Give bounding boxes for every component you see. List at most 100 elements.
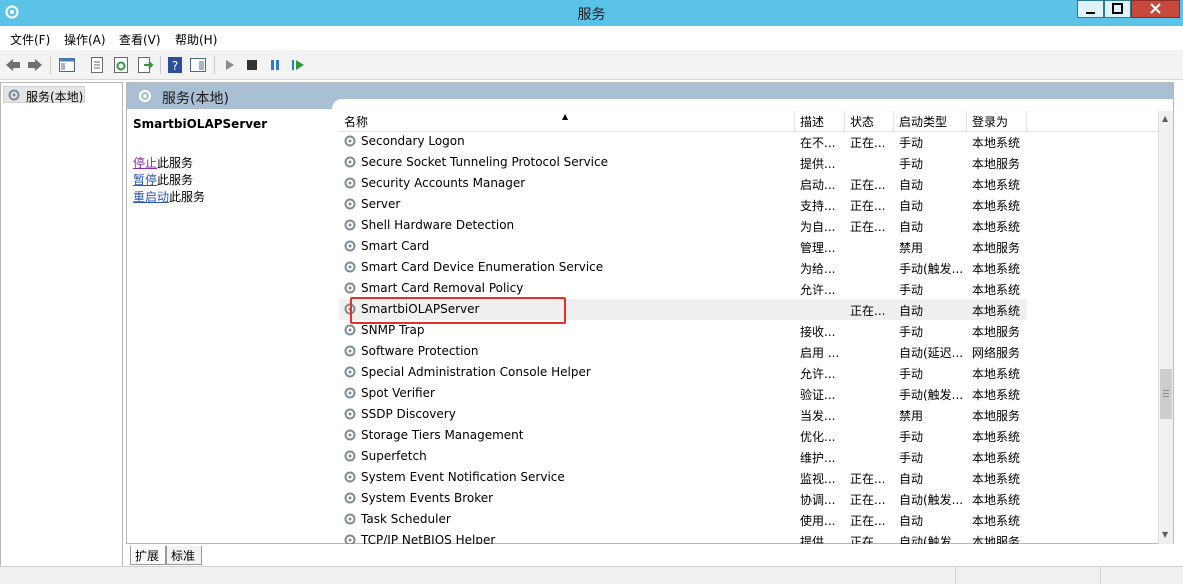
column-label: 名称 bbox=[344, 115, 369, 129]
cell-description: 当发... bbox=[800, 409, 836, 423]
pause-service-link[interactable]: 暂停 bbox=[133, 173, 157, 187]
scroll-up-icon[interactable]: ▲ bbox=[1162, 114, 1168, 123]
cell-name: Secondary Logon bbox=[361, 134, 465, 148]
export-list-icon[interactable] bbox=[136, 56, 154, 74]
menu-file[interactable]: 文件(F) bbox=[10, 31, 50, 48]
service-gear-icon bbox=[344, 366, 356, 378]
service-row[interactable]: Smart Card 管理... 禁用 本地服务 bbox=[339, 236, 1027, 257]
show-action-pane-icon[interactable] bbox=[189, 56, 207, 74]
start-service-icon[interactable] bbox=[221, 56, 239, 74]
service-gear-icon bbox=[344, 282, 356, 294]
cell-startup-type: 自动 bbox=[899, 220, 924, 234]
vertical-scrollbar[interactable]: ▲ ▼ bbox=[1158, 111, 1173, 544]
cell-status: 正在... bbox=[850, 514, 886, 528]
help-icon[interactable]: ? bbox=[166, 56, 184, 74]
stop-service-icon[interactable] bbox=[243, 56, 261, 74]
cell-logon: 本地服务 bbox=[972, 409, 1021, 423]
cell-startup-type: 手动(触发... bbox=[899, 262, 964, 276]
status-bar-divider bbox=[1100, 567, 1101, 584]
cell-name: Spot Verifier bbox=[361, 386, 435, 400]
service-row[interactable]: Security Accounts Manager 启动... 正在... 自动 本地系… bbox=[339, 173, 1027, 194]
cell-startup-type: 自动 bbox=[899, 472, 924, 486]
menu-action[interactable]: 操作(A) bbox=[64, 31, 106, 48]
pause-service-icon[interactable] bbox=[266, 56, 284, 74]
service-row[interactable]: Shell Hardware Detection 为自... 正在... 自动 本地系统 bbox=[339, 215, 1027, 236]
service-gear-icon bbox=[344, 534, 356, 544]
cell-description: 管理... bbox=[800, 241, 836, 255]
cell-logon: 网络服务 bbox=[972, 346, 1021, 360]
menu-view[interactable]: 查看(V) bbox=[119, 31, 161, 48]
service-row[interactable]: SSDP Discovery 当发... 禁用 本地服务 bbox=[339, 404, 1027, 425]
minimize-button[interactable] bbox=[1077, 0, 1104, 18]
column-header-logon[interactable]: 登录为 bbox=[967, 111, 1027, 131]
cell-name: Smart Card Device Enumeration Service bbox=[361, 260, 604, 274]
close-button[interactable] bbox=[1131, 0, 1180, 18]
cell-startup-type: 禁用 bbox=[899, 241, 924, 255]
cell-status: 正在... bbox=[850, 136, 886, 150]
service-row[interactable]: Smart Card Device Enumeration Service 为给.… bbox=[339, 257, 1027, 278]
scroll-down-icon[interactable]: ▼ bbox=[1162, 530, 1168, 539]
show-console-tree-icon[interactable] bbox=[58, 56, 76, 74]
cell-name: Storage Tiers Management bbox=[361, 428, 524, 442]
cell-logon: 本地系统 bbox=[972, 451, 1021, 465]
service-row[interactable]: Storage Tiers Management 优化... 手动 本地系统 bbox=[339, 425, 1027, 446]
cell-logon: 本地系统 bbox=[972, 304, 1021, 318]
refresh-icon[interactable] bbox=[112, 56, 130, 74]
toolbar-separator bbox=[160, 56, 161, 74]
service-gear-icon bbox=[344, 324, 356, 336]
cell-status: 正在... bbox=[850, 220, 886, 234]
service-gear-icon bbox=[344, 177, 356, 189]
service-gear-icon bbox=[344, 219, 356, 231]
cell-startup-type: 自动(触发... bbox=[899, 493, 964, 507]
cell-status: 正在... bbox=[850, 178, 886, 192]
menu-help[interactable]: 帮助(H) bbox=[175, 31, 217, 48]
restart-service-icon[interactable] bbox=[289, 56, 307, 74]
tree-node-services-local[interactable]: 服务(本地) bbox=[3, 86, 85, 104]
cell-logon: 本地系统 bbox=[972, 178, 1021, 192]
status-bar-divider bbox=[955, 567, 956, 584]
tab-standard[interactable]: 标准 bbox=[166, 546, 202, 565]
service-row[interactable]: Software Protection 启用 ... 自动(延迟... 网络服务 bbox=[339, 341, 1027, 362]
stop-service-link[interactable]: 停止 bbox=[133, 156, 157, 170]
service-row[interactable]: System Events Broker 协调... 正在... 自动(触发... 本地… bbox=[339, 488, 1027, 509]
cell-status: 正在... bbox=[850, 304, 886, 318]
cell-logon: 本地服务 bbox=[972, 157, 1021, 171]
properties-icon[interactable] bbox=[88, 56, 106, 74]
service-row[interactable]: Secondary Logon 在不... 正在... 手动 本地系统 bbox=[339, 131, 1027, 152]
scrollbar-thumb[interactable] bbox=[1160, 369, 1172, 419]
toolbar-separator bbox=[214, 56, 215, 74]
cell-logon: 本地系统 bbox=[972, 199, 1021, 213]
service-row[interactable]: Server 支持... 正在... 自动 本地系统 bbox=[339, 194, 1027, 215]
forward-arrow-icon[interactable] bbox=[26, 56, 44, 74]
service-row[interactable]: Special Administration Console Helper 允许.… bbox=[339, 362, 1027, 383]
service-row[interactable]: Task Scheduler 使用... 正在... 自动 本地系统 bbox=[339, 509, 1027, 530]
column-header-startup-type[interactable]: 启动类型 bbox=[894, 111, 967, 131]
maximize-button[interactable] bbox=[1104, 0, 1131, 18]
cell-startup-type: 手动 bbox=[899, 430, 924, 444]
close-icon bbox=[1150, 3, 1161, 14]
back-arrow-icon[interactable] bbox=[4, 56, 22, 74]
tab-extended[interactable]: 扩展 bbox=[130, 546, 166, 565]
action-text: 此服务 bbox=[157, 156, 194, 170]
service-row[interactable]: Spot Verifier 验证... 手动(触发... 本地系统 bbox=[339, 383, 1027, 404]
cell-logon: 本地系统 bbox=[972, 472, 1021, 486]
service-gear-icon bbox=[344, 345, 356, 357]
column-header-description[interactable]: 描述 bbox=[795, 111, 845, 131]
cell-status: 正在... bbox=[850, 535, 886, 544]
service-row[interactable]: Secure Socket Tunneling Protocol Service… bbox=[339, 152, 1027, 173]
service-row[interactable]: Smart Card Removal Policy 允许... 手动 本地系统 bbox=[339, 278, 1027, 299]
cell-description: 监视... bbox=[800, 472, 836, 486]
cell-logon: 本地系统 bbox=[972, 514, 1021, 528]
console-tree: 服务(本地) bbox=[0, 82, 123, 570]
cell-status: 正在... bbox=[850, 493, 886, 507]
cell-startup-type: 禁用 bbox=[899, 409, 924, 423]
service-row[interactable]: Superfetch 维护... 手动 本地系统 bbox=[339, 446, 1027, 467]
service-row[interactable]: TCP/IP NetBIOS Helper 提供 ... 正在... 自动(触发...… bbox=[339, 530, 1027, 544]
column-header-status[interactable]: 状态 bbox=[845, 111, 894, 131]
cell-name: Security Accounts Manager bbox=[361, 176, 526, 190]
restart-service-link[interactable]: 重启动 bbox=[133, 190, 169, 204]
cell-logon: 本地系统 bbox=[972, 493, 1021, 507]
cell-name: Server bbox=[361, 197, 401, 211]
service-row[interactable]: System Event Notification Service 监视... 正在… bbox=[339, 467, 1027, 488]
cell-logon: 本地服务 bbox=[972, 535, 1021, 544]
